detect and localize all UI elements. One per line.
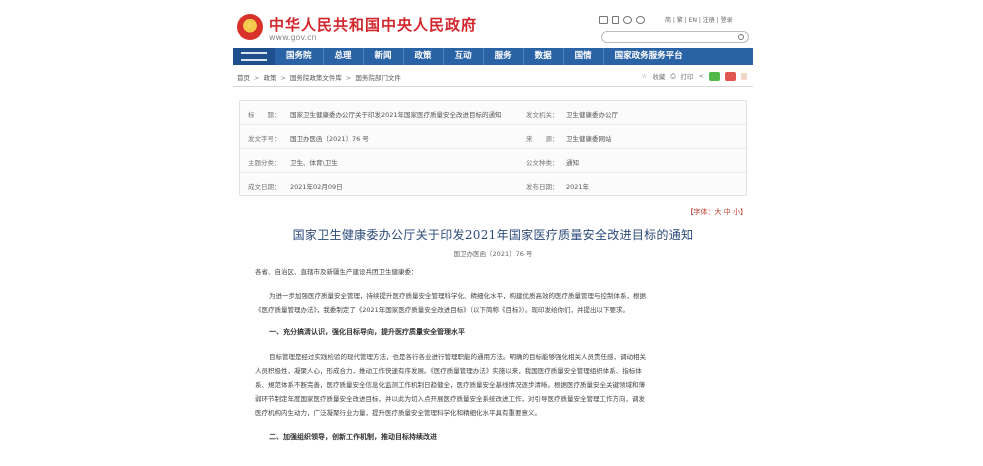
title-value: 国家卫生健康委办公厅关于印发2021年国家医疗质量安全改进目标的通知 (290, 111, 502, 119)
topic-value: 卫生、体育\卫生 (290, 159, 338, 167)
search-input[interactable] (601, 31, 749, 43)
issuer-label: 发文机关： (526, 111, 559, 119)
paragraph-line: 医疗机构内生动力，广泛凝聚行业力量，提升医疗质量安全管理科学化和精细化水平具有重… (255, 409, 541, 417)
written-date-value: 2021年02月09日 (290, 183, 343, 191)
nav-item-interaction[interactable]: 互动 (442, 48, 483, 65)
favorite-link[interactable]: 收藏 (652, 71, 665, 81)
breadcrumb: 首页 > 政策 > 国务院政策文件库 > 国务院部门文件 (237, 72, 401, 82)
type-label: 公文种类： (526, 159, 559, 167)
salutation: 各省、自治区、直辖市及新疆生产建设兵团卫生健康委： (255, 268, 418, 276)
document-info-table: 标 题： 国家卫生健康委办公厅关于印发2021年国家医疗质量安全改进目标的通知 … (239, 100, 748, 197)
weibo-share-icon[interactable] (725, 71, 736, 81)
site-url: www.gov.cn (269, 33, 317, 42)
breadcrumb-department-docs[interactable]: 国务院部门文件 (355, 74, 401, 82)
nav-item-national-info[interactable]: 国情 (562, 48, 603, 65)
paragraph-line: 为进一步加强医疗质量安全管理，持续提升医疗质量安全管理科学化、精细化水平，构建优… (269, 292, 646, 300)
chevron-right-icon: > (345, 74, 352, 82)
gov-page: 中华人民共和国中央人民政府 www.gov.cn 简 | 繁 | EN | 注册… (233, 0, 753, 466)
breadcrumb-home[interactable]: 首页 (237, 74, 250, 82)
nav-item-data[interactable]: 数据 (522, 48, 563, 65)
info-row-dates: 成文日期： 2021年02月09日 发布日期： 2021年 (240, 173, 748, 197)
nav-item-policy[interactable]: 政策 (402, 48, 443, 65)
utility-bar: 简 | 繁 | EN | 注册 | 登录 (599, 16, 749, 26)
nav-item-news[interactable]: 新闻 (362, 48, 403, 65)
number-label: 发文字号： (248, 135, 281, 143)
issuer-value: 卫生健康委办公厅 (566, 111, 618, 119)
section-heading: 一、充分搞清认识，强化目标导向，提升医疗质量安全管理水平 (269, 328, 465, 336)
font-size-switcher[interactable]: 【字体：大 中 小】 (687, 207, 747, 217)
paragraph-line: 《医疗质量管理办法》，我委制定了《2021年国家医疗质量安全改进目标》（以下简称… (255, 306, 630, 314)
weibo-icon[interactable] (623, 16, 632, 24)
share-icon[interactable]: < (699, 72, 704, 80)
wechat-icon[interactable] (636, 16, 645, 24)
article-doc-number: 国卫办医函〔2021〕76 号 (453, 250, 533, 258)
chevron-right-icon: > (280, 74, 286, 82)
type-value: 通知 (566, 159, 579, 167)
search-icon[interactable] (738, 34, 744, 40)
title-label: 标 题： (248, 111, 281, 119)
info-row-title: 标 题： 国家卫生健康委办公厅关于印发2021年国家医疗质量安全改进目标的通知 … (240, 101, 748, 125)
number-value: 国卫办医函〔2021〕76 号 (290, 135, 369, 143)
info-row-topic: 主题分类： 卫生、体育\卫生 公文种类： 通知 (240, 149, 748, 173)
chevron-right-icon: > (254, 74, 260, 82)
mobile-icon[interactable] (612, 16, 619, 24)
published-date-label: 发布日期： (526, 183, 559, 191)
info-row-number: 发文字号： 国卫办医函〔2021〕76 号 来 源： 卫生健康委网站 (240, 125, 748, 149)
mail-icon[interactable] (599, 16, 608, 24)
divider (233, 86, 753, 87)
print-icon[interactable]: ⎙ (670, 72, 675, 81)
national-emblem-icon[interactable] (237, 14, 263, 40)
nav-item-state-council[interactable]: 国务院 (275, 48, 323, 65)
nav-logo-icon[interactable] (233, 48, 275, 65)
article-title: 国家卫生健康委办公厅关于印发2021年国家医疗质量安全改进目标的通知 (292, 228, 694, 242)
site-header: 中华人民共和国中央人民政府 www.gov.cn 简 | 繁 | EN | 注册… (233, 10, 753, 46)
published-date-value: 2021年 (566, 183, 590, 191)
print-link[interactable]: 打印 (681, 71, 694, 81)
more-share-icon[interactable] (741, 72, 747, 80)
nav-item-service-platform[interactable]: 国家政务服务平台 (602, 48, 694, 65)
main-nav: 国务院 总理 新闻 政策 互动 服务 数据 国情 国家政务服务平台 (233, 48, 753, 65)
star-icon[interactable]: ☆ (642, 72, 648, 80)
written-date-label: 成文日期： (248, 183, 281, 191)
paragraph-line: 系、規范体系不断完善，医疗质量安全信息化监测工作机制日趋健全，医疗质量安全基线情… (255, 381, 645, 389)
site-title[interactable]: 中华人民共和国中央人民政府 (269, 14, 477, 35)
article-tools: ☆ 收藏 ⎙ 打印 < (642, 71, 747, 81)
paragraph-line: 目标管理是经过实践检验的现代管理方法，也是各行各业进行管理职能的通用方法。明确的… (269, 353, 646, 361)
paragraph-line: 人员积极性，凝聚人心，形成合力，推动工作快速有序发展。《医疗质量管理办法》实施以… (255, 367, 642, 375)
breadcrumb-policy-library[interactable]: 国务院政策文件库 (290, 74, 342, 82)
source-label: 来 源： (526, 135, 559, 143)
language-login-links[interactable]: 简 | 繁 | EN | 注册 | 登录 (665, 15, 733, 24)
breadcrumb-policy[interactable]: 政策 (263, 74, 276, 82)
wechat-share-icon[interactable] (709, 71, 720, 81)
section-heading: 二、加强组织领导，创新工作机制，推动目标持续改进 (269, 433, 437, 441)
nav-item-services[interactable]: 服务 (482, 48, 523, 65)
topic-label: 主题分类： (248, 159, 281, 167)
source-value: 卫生健康委网站 (566, 135, 612, 143)
nav-item-premier[interactable]: 总理 (322, 48, 363, 65)
paragraph-line: 弱环节制定年度国家医疗质量安全改进目标，并以此为切入点开展医疗质量安全系统改进工… (255, 395, 645, 403)
